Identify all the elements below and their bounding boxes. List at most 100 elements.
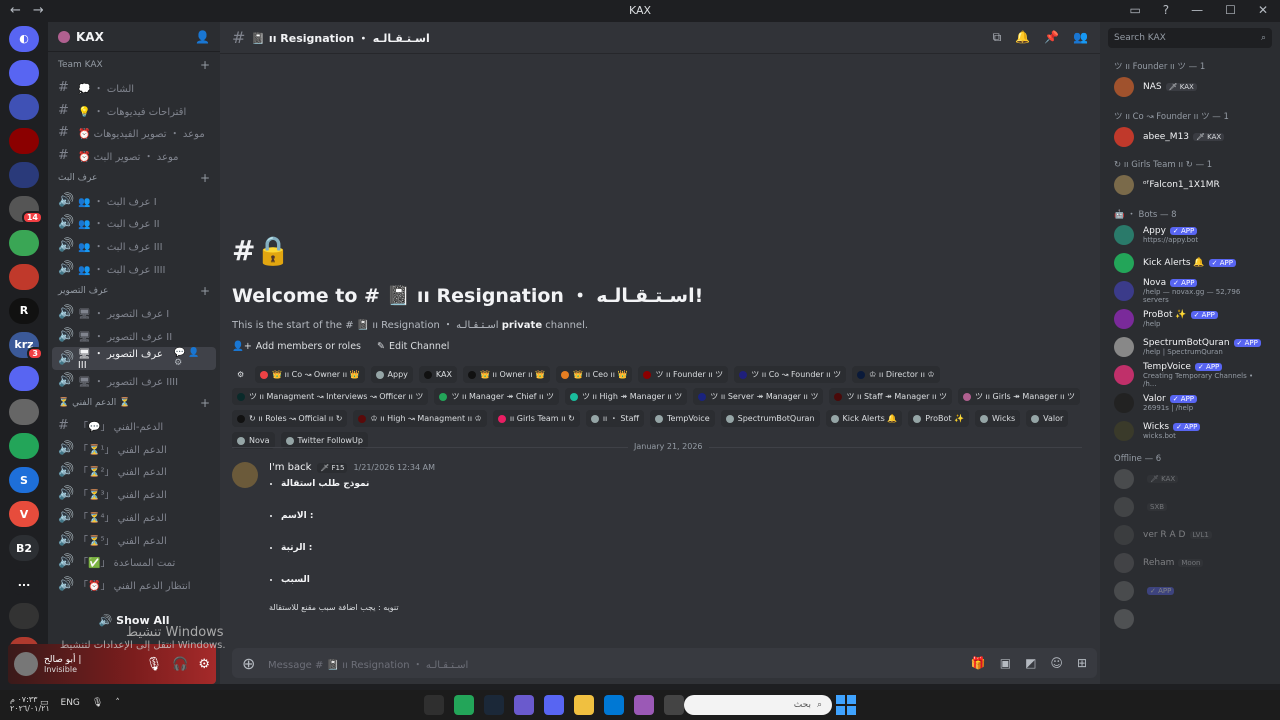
role-chip[interactable]: ツ ıı Managment ↝ Interviews ↝ Officer ıı…	[232, 388, 429, 405]
sticker-icon[interactable]: ◩	[1025, 656, 1036, 670]
taskbar-app-icon[interactable]	[634, 695, 654, 715]
role-chip[interactable]: Valor	[1026, 410, 1069, 427]
role-chip[interactable]: 👑 ıı Ceo ıı 👑	[556, 366, 633, 383]
member-item[interactable]: SXB	[1100, 496, 1280, 518]
close-icon[interactable]: ✕	[1258, 3, 1268, 17]
taskbar-app-icon[interactable]	[574, 695, 594, 715]
role-chip[interactable]: 👑 ıı Owner ıı 👑	[462, 366, 551, 383]
taskbar-app-icon[interactable]	[454, 695, 474, 715]
message-input[interactable]: Message # 📓 ıı Resignation ・ اسـتـقـالـه	[268, 656, 971, 671]
server-icon[interactable]: B2	[9, 535, 39, 562]
microphone-tray-icon[interactable]: 🎙	[92, 698, 103, 708]
member-item[interactable]: ᵒᶠFalcon1_1X1MR	[1100, 174, 1280, 196]
member-item[interactable]: NAS 🗡 KAX	[1100, 76, 1280, 98]
member-item[interactable]: 🗡 KAX	[1100, 468, 1280, 490]
role-chip[interactable]: ツ ıı Girls ↠ Manager ıı ツ	[958, 388, 1081, 405]
server-header[interactable]: KAX 👤	[48, 22, 220, 52]
server-icon[interactable]	[9, 59, 39, 86]
channel-item[interactable]: 🔊 「⏳⁴」 الدعم الفني	[52, 505, 216, 528]
avatar[interactable]	[14, 652, 38, 676]
server-icon[interactable]	[9, 93, 39, 120]
channel-item[interactable]: 🔊 👥 ・ عرف البث II	[52, 211, 216, 234]
server-icon[interactable]: V	[9, 501, 39, 528]
role-chip[interactable]: SpectrumBotQuran	[720, 410, 820, 427]
role-chip[interactable]: ♔ ıı Director ıı ♔	[852, 366, 940, 383]
taskbar-search[interactable]: بحث ⌕	[684, 695, 832, 715]
avatar[interactable]	[232, 462, 258, 488]
notification-icon[interactable]: ▭	[40, 698, 49, 708]
taskbar-app-icon[interactable]	[544, 695, 564, 715]
role-chip[interactable]: ProBot ✨	[908, 410, 970, 427]
message-author[interactable]: I'm back	[269, 462, 311, 473]
role-chip[interactable]: 👑 ıı Co ↝ Owner ıı 👑	[255, 366, 365, 383]
channel-item[interactable]: 🔊 🖥 ・ عرف التصوير II	[52, 324, 216, 347]
role-chip[interactable]: ♔ ıı High ↝ Managment ıı ♔	[353, 410, 487, 427]
member-item[interactable]: abee_M13 🗡 KAX	[1100, 126, 1280, 148]
server-icon[interactable]	[9, 603, 39, 630]
taskbar-app-icon[interactable]	[514, 695, 534, 715]
channel-item[interactable]: # ⏰ موعد ・ تصوير البث	[52, 144, 216, 167]
member-item[interactable]: Reham Moon	[1100, 552, 1280, 574]
server-icon[interactable]	[9, 365, 39, 392]
lang-indicator[interactable]: ENG	[61, 698, 80, 708]
server-icon[interactable]: R	[9, 297, 39, 324]
channel-item[interactable]: 🔊 👥 ・ عرف البث IIII	[52, 257, 216, 280]
gif-icon[interactable]: ▣	[1000, 656, 1011, 670]
role-chip[interactable]: KAX	[418, 366, 457, 383]
member-item[interactable]: ver R A D LVL1	[1100, 524, 1280, 546]
role-chip[interactable]: Wicks	[975, 410, 1021, 427]
microphone-icon[interactable]: 🎙	[146, 657, 163, 672]
role-chip[interactable]: ツ ıı High ↠ Manager ıı ツ	[564, 388, 688, 405]
apps-icon[interactable]: ⊞	[1077, 656, 1087, 670]
role-chip[interactable]: Kick Alerts 🔔	[825, 410, 903, 427]
server-icon[interactable]: 14	[9, 195, 43, 224]
server-icon[interactable]	[9, 433, 39, 460]
role-chip[interactable]: ツ ıı Staff ↠ Manager ıı ツ	[829, 388, 952, 405]
taskbar-app-icon[interactable]	[664, 695, 684, 715]
taskbar-app-icon[interactable]	[424, 695, 444, 715]
role-chip[interactable]: Appy	[370, 366, 413, 383]
role-chip[interactable]: ıı ・ Staff	[585, 410, 644, 427]
member-item[interactable]: Wicks ✓ APP wicks.bot	[1100, 420, 1280, 442]
message-composer[interactable]: ⊕ Message # 📓 ıı Resignation ・ اسـتـقـال…	[232, 648, 1097, 678]
threads-icon[interactable]: ⧉	[993, 30, 1002, 45]
role-chip[interactable]: ツ ıı Server ↠ Manager ıı ツ	[693, 388, 824, 405]
members-icon[interactable]: 👥	[1073, 30, 1088, 45]
create-channel-icon[interactable]: +	[200, 396, 210, 410]
role-chip[interactable]: ↻ ıı Roles ↝ Official ıı ↻	[232, 410, 348, 427]
channel-item[interactable]: 🔊 「⏳¹」 الدعم الفني	[52, 437, 216, 460]
server-icon[interactable]: ...	[9, 569, 39, 596]
channel-category[interactable]: عرف التصوير +	[52, 280, 216, 302]
server-icon[interactable]	[9, 161, 39, 188]
settings-gear-icon[interactable]: ⚙	[198, 657, 210, 672]
add-members-button[interactable]: 👤+ Add members or roles	[232, 341, 361, 352]
member-item[interactable]: Kick Alerts 🔔 ✓ APP	[1100, 252, 1280, 274]
server-icon[interactable]	[9, 229, 39, 256]
emoji-icon[interactable]: ☺	[1050, 656, 1063, 670]
member-item[interactable]: ✓ APP	[1100, 580, 1280, 602]
channel-item[interactable]: 🔊 「⏳²」 الدعم الفني	[52, 460, 216, 483]
channel-item[interactable]: 🔊 🖥 ・ عرف التصوير III 💬 👤 ⚙	[52, 346, 216, 371]
member-item[interactable]: Valor ✓ APP 26991s | /help	[1100, 392, 1280, 414]
attach-plus-icon[interactable]: ⊕	[242, 654, 268, 673]
member-item[interactable]: SpectrumBotQuran ✓ APP/help | SpectrumQur…	[1100, 336, 1280, 358]
help-icon[interactable]: ?	[1163, 3, 1169, 17]
create-channel-icon[interactable]: +	[200, 171, 210, 185]
channel-item[interactable]: 🔊 🖥 ・ عرف التصوير I	[52, 302, 216, 325]
channel-category[interactable]: Team KAX +	[52, 54, 216, 76]
minimize-icon[interactable]: —	[1191, 3, 1203, 17]
headphones-icon[interactable]: 🎧	[172, 657, 188, 672]
inbox-icon[interactable]: ▭	[1129, 3, 1140, 17]
user-info[interactable]: أبو صالح | Invisible	[44, 655, 146, 674]
channel-item[interactable]: 🔊 「✅」 تمت المساعدة	[52, 550, 216, 573]
channel-item[interactable]: 🔊 👥 ・ عرف البث III	[52, 234, 216, 257]
discord-home-icon[interactable]: ◐	[9, 26, 39, 52]
create-channel-icon[interactable]: +	[200, 58, 210, 72]
role-chip[interactable]: ツ ıı Founder ıı ツ	[638, 366, 729, 383]
role-chip[interactable]: ıı Girls Team ıı ↻	[492, 410, 580, 427]
member-item[interactable]: ProBot ✨ ✓ APP/help	[1100, 308, 1280, 330]
member-item[interactable]	[1100, 608, 1280, 630]
chevron-up-icon[interactable]: ˄	[115, 698, 120, 708]
member-item[interactable]: Appy ✓ APP https://appy.bot	[1100, 224, 1280, 246]
server-icon[interactable]	[9, 399, 39, 426]
